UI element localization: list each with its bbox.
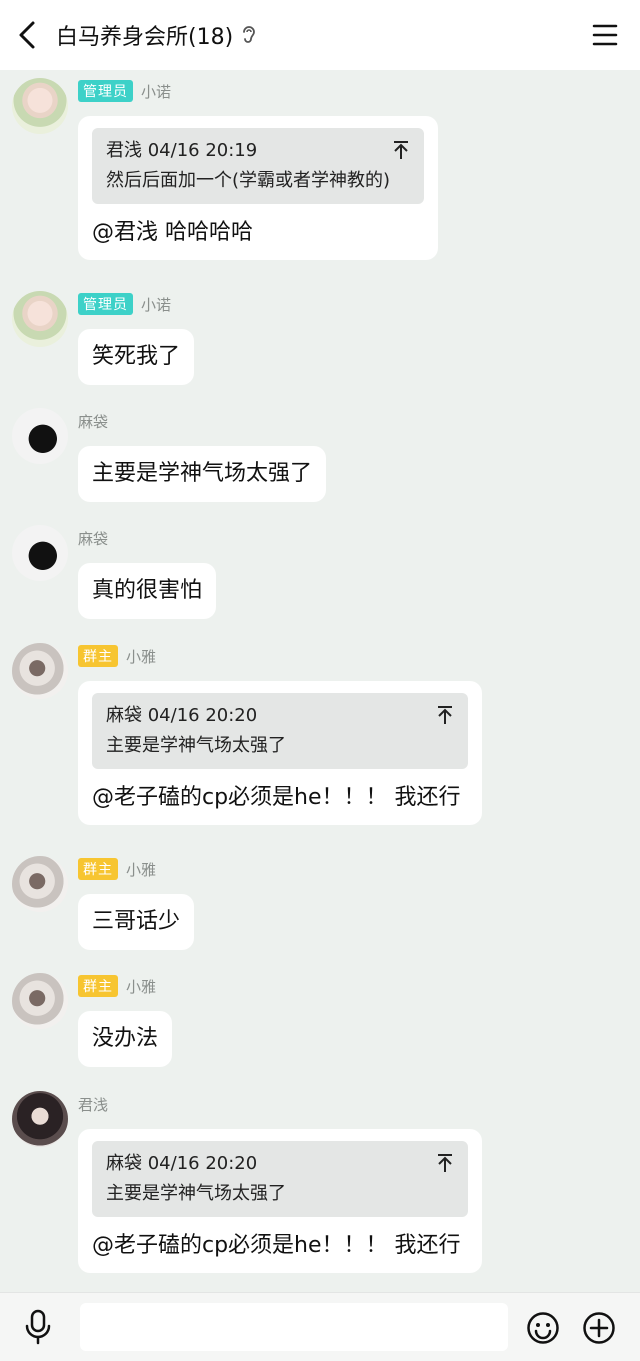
message-bubble[interactable]: 三哥话少 (78, 894, 195, 950)
owner-badge: 群主 (78, 858, 118, 880)
sender-meta: 群主 小雅 (78, 858, 156, 880)
owner-badge: 群主 (78, 975, 118, 997)
message-bubble[interactable]: 笑死我了 (78, 329, 195, 385)
message-bubble[interactable]: 真的很害怕 (78, 563, 217, 619)
sender-meta: 君浅 (78, 1093, 108, 1115)
sender-nickname: 麻袋 (78, 529, 109, 548)
jump-to-top-icon[interactable] (436, 705, 454, 725)
chevron-left-icon (19, 21, 35, 49)
admin-badge: 管理员 (78, 80, 133, 102)
sender-meta: 麻袋 (78, 410, 108, 432)
message-text: @老子磕的cp必须是he！！！ 我还行 (92, 1233, 461, 1258)
admin-badge: 管理员 (78, 293, 133, 315)
microphone-icon (25, 1309, 51, 1345)
ear-icon[interactable] (241, 24, 257, 46)
quoted-message[interactable]: 君浅 04/16 20:19 然后后面加一个(学霸或者学神教的) (92, 128, 424, 204)
top-bar: 白马养身会所(18) (0, 0, 640, 70)
sender-nickname: 麻袋 (78, 412, 109, 431)
message-bubble[interactable]: 麻袋 04/16 20:20 主要是学神气场太强了 @老子磕的cp必须是he！！… (78, 681, 482, 825)
quoted-message[interactable]: 麻袋 04/16 20:20 主要是学神气场太强了 (92, 1141, 468, 1217)
sender-meta: 群主 小雅 (78, 645, 156, 667)
quoted-message[interactable]: 麻袋 04/16 20:20 主要是学神气场太强了 (92, 693, 468, 769)
more-button[interactable] (582, 1311, 616, 1345)
avatar[interactable] (12, 856, 68, 912)
quote-header: 君浅 04/16 20:19 (106, 140, 258, 161)
chat-title-text: 白马养身会所(18) (56, 25, 234, 50)
message-bubble[interactable]: 没办法 (78, 1011, 173, 1067)
quote-header: 麻袋 04/16 20:20 (106, 1153, 258, 1174)
sender-meta: 管理员 小诺 (78, 293, 171, 315)
message-text: @君浅 哈哈哈哈 (92, 220, 253, 245)
back-button[interactable] (12, 18, 42, 52)
avatar[interactable] (12, 291, 68, 347)
sender-nickname: 小雅 (126, 860, 157, 879)
avatar[interactable] (12, 525, 68, 581)
menu-button[interactable] (592, 22, 618, 48)
chat-title: 白马养身会所(18) (56, 0, 257, 70)
sender-nickname: 小诺 (141, 295, 172, 314)
sender-meta: 管理员 小诺 (78, 80, 171, 102)
quote-header: 麻袋 04/16 20:20 (106, 705, 258, 726)
quote-text: 主要是学神气场太强了 (106, 735, 286, 756)
jump-to-top-icon[interactable] (436, 1153, 454, 1173)
avatar[interactable] (12, 1091, 68, 1147)
sender-meta: 麻袋 (78, 527, 108, 549)
input-bar (0, 1292, 640, 1361)
sender-nickname: 君浅 (78, 1095, 109, 1114)
hamburger-menu-icon (592, 24, 618, 46)
voice-button[interactable] (22, 1309, 54, 1345)
avatar[interactable] (12, 408, 68, 464)
owner-badge: 群主 (78, 645, 118, 667)
chat-area[interactable]: 管理员 小诺 君浅 04/16 20:19 然后后面加一个(学霸或者学神教的) … (0, 70, 640, 1292)
emoji-icon (527, 1312, 559, 1344)
jump-to-top-icon[interactable] (392, 140, 410, 160)
message-bubble[interactable]: 主要是学神气场太强了 (78, 446, 327, 502)
sender-meta: 群主 小雅 (78, 975, 156, 997)
sender-nickname: 小诺 (141, 82, 172, 101)
message-input[interactable] (80, 1303, 508, 1351)
quote-text: 主要是学神气场太强了 (106, 1183, 286, 1204)
avatar[interactable] (12, 973, 68, 1029)
message-bubble[interactable]: 麻袋 04/16 20:20 主要是学神气场太强了 @老子磕的cp必须是he！！… (78, 1129, 482, 1273)
sender-nickname: 小雅 (126, 647, 157, 666)
emoji-button[interactable] (526, 1311, 560, 1345)
plus-icon (583, 1312, 615, 1344)
message-text: @老子磕的cp必须是he！！！ 我还行 (92, 785, 461, 810)
avatar[interactable] (12, 78, 68, 134)
avatar[interactable] (12, 643, 68, 699)
sender-nickname: 小雅 (126, 977, 157, 996)
quote-text: 然后后面加一个(学霸或者学神教的) (106, 170, 391, 191)
message-bubble[interactable]: 君浅 04/16 20:19 然后后面加一个(学霸或者学神教的) @君浅 哈哈哈… (78, 116, 438, 260)
